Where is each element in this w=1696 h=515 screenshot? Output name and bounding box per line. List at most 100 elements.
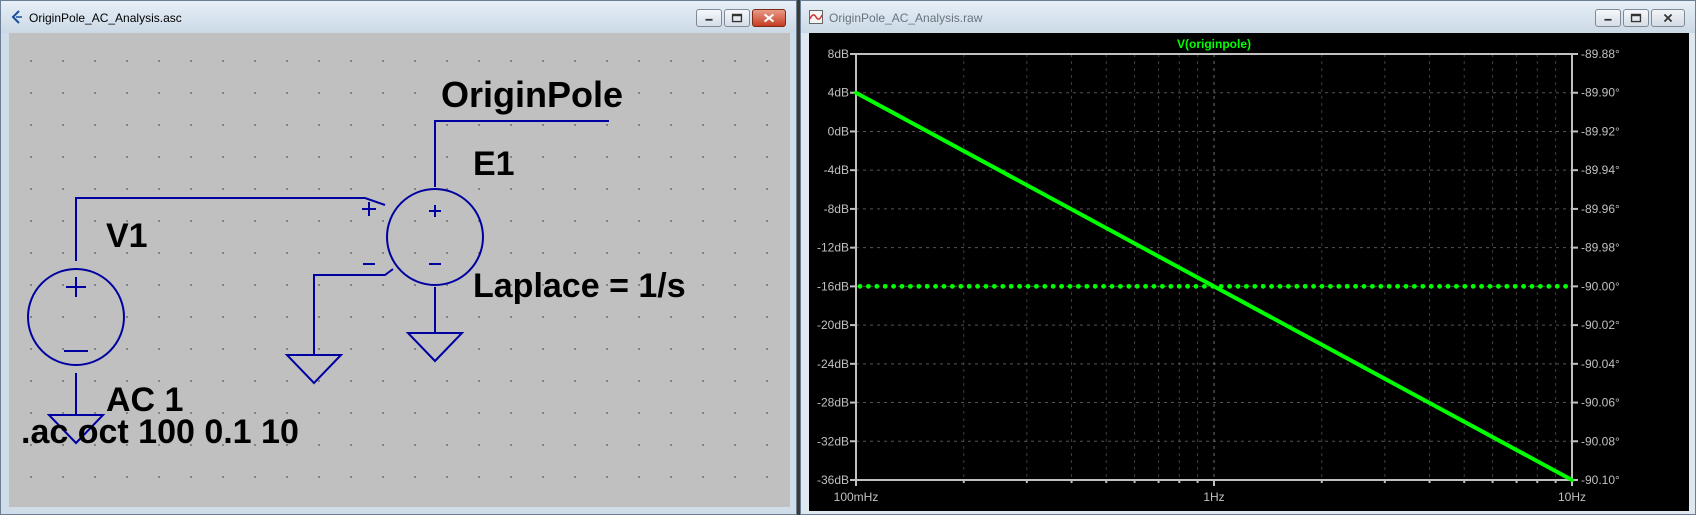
y-right-tick-label: -90.06°: [1581, 396, 1620, 410]
phase-trace-dot: [899, 283, 905, 289]
phase-trace-dot: [1437, 283, 1442, 289]
phase-trace-dot: [1260, 283, 1266, 289]
phase-trace-dot: [975, 283, 980, 289]
v1-plus-sign: [66, 277, 86, 297]
phase-trace-dot: [1244, 283, 1249, 289]
waveform-close-button[interactable]: [1651, 9, 1685, 27]
x-tick-label: 10Hz: [1558, 490, 1586, 504]
phase-trace-dot: [1143, 283, 1148, 289]
y-right-tick-label: -90.00°: [1581, 279, 1620, 293]
y-left-tick-label: -8dB: [824, 202, 849, 216]
phase-trace-dot: [1311, 283, 1316, 289]
maximize-icon: [1630, 13, 1642, 23]
e1-source-symbol: [386, 188, 484, 286]
schematic-canvas[interactable]: OriginPole E1 V1 Laplace = 1/s AC 1 .ac …: [9, 33, 790, 507]
phase-trace-dot: [1176, 283, 1182, 289]
phase-trace-dot: [1428, 283, 1434, 289]
y-right-tick-label: -89.98°: [1581, 241, 1620, 255]
phase-trace-dot: [1168, 283, 1174, 289]
y-right-tick-label: -89.94°: [1581, 163, 1620, 177]
phase-trace-dot: [950, 283, 955, 289]
waveform-window: OriginPole_AC_Analysis.raw 8dB -89.88° 4dB…: [800, 0, 1696, 515]
phase-trace-dot: [1504, 283, 1510, 289]
spice-directive[interactable]: .ac oct 100 0.1 10: [21, 415, 299, 449]
y-left-tick-label: -4dB: [824, 163, 849, 177]
schematic-window-title: OriginPole_AC_Analysis.asc: [29, 11, 182, 25]
y-left-tick-label: -16dB: [817, 279, 849, 293]
maximize-button[interactable]: [724, 9, 750, 27]
e1-plus-sign: [429, 205, 441, 217]
net-label-originpole[interactable]: OriginPole: [441, 77, 623, 113]
phase-trace-dot: [933, 283, 938, 289]
y-right-tick-label: -89.92°: [1581, 124, 1620, 138]
ltspice-schematic-icon: [11, 10, 22, 24]
phase-trace-dot: [1084, 283, 1090, 289]
phase-trace-dot: [1160, 283, 1165, 289]
phase-trace-dot: [1462, 283, 1468, 289]
phase-trace-dot: [857, 283, 863, 289]
y-right-tick-label: -90.04°: [1581, 357, 1620, 371]
phase-trace-dot: [1487, 283, 1493, 289]
phase-trace-dot: [1269, 283, 1274, 289]
waveform-window-title: OriginPole_AC_Analysis.raw: [829, 11, 983, 25]
phase-trace-dot: [1092, 283, 1098, 289]
phase-trace-dot: [1286, 283, 1291, 289]
phase-trace-dot: [1151, 283, 1157, 289]
phase-trace-dot: [1512, 283, 1518, 289]
y-left-tick-label: -28dB: [817, 396, 849, 410]
wire-output: [434, 120, 609, 187]
y-left-tick-label: -36dB: [817, 473, 849, 487]
phase-trace-dot: [983, 283, 989, 289]
phase-trace-dot: [1101, 283, 1106, 289]
y-left-tick-label: -12dB: [817, 241, 849, 255]
source-name-v1[interactable]: V1: [106, 219, 148, 253]
maximize-icon: [731, 13, 743, 23]
schematic-titlebar[interactable]: OriginPole_AC_Analysis.asc: [1, 1, 796, 33]
phase-trace-dot: [1126, 283, 1132, 289]
waveform-plot-pane[interactable]: 8dB -89.88° 4dB -89.90° 0dB -89.92° -4dB -89.94…: [809, 33, 1689, 511]
x-tick-label: 100mHz: [834, 490, 879, 504]
ac-analysis-plot[interactable]: 8dB -89.88° 4dB -89.90° 0dB -89.92° -4dB -89.94…: [809, 33, 1689, 511]
phase-trace-dot: [1059, 283, 1064, 289]
minimize-button[interactable]: [696, 9, 722, 27]
phase-trace-dot: [874, 283, 880, 289]
x-tick-label: 1Hz: [1203, 490, 1224, 504]
phase-trace-dot: [1134, 283, 1140, 289]
y-left-tick-label: -20dB: [817, 318, 849, 332]
phase-trace-dot: [1496, 283, 1501, 289]
source-value-ac[interactable]: AC 1: [106, 383, 183, 417]
component-value-laplace[interactable]: Laplace = 1/s: [473, 269, 686, 303]
close-icon: [1663, 13, 1673, 23]
waveform-maximize-button[interactable]: [1623, 9, 1649, 27]
close-button[interactable]: [752, 9, 786, 27]
phase-trace-dot: [1420, 283, 1426, 289]
waveform-viewer-icon: [809, 10, 823, 24]
component-name-e1[interactable]: E1: [473, 147, 515, 181]
phase-trace-dot: [1235, 283, 1241, 289]
phase-trace-dot: [941, 283, 947, 289]
phase-trace-dot: [1328, 283, 1333, 289]
phase-trace-dot: [1302, 283, 1308, 289]
phase-trace-dot: [1076, 283, 1081, 289]
phase-trace-dot: [1538, 283, 1543, 289]
phase-trace-dot: [1227, 283, 1232, 289]
phase-trace-dot: [1445, 283, 1451, 289]
y-left-tick-label: 0dB: [828, 124, 849, 138]
phase-trace-dot: [1454, 283, 1459, 289]
phase-trace-dot: [992, 283, 997, 289]
schematic-window: OriginPole_AC_Analysis.asc OriginPole E1…: [0, 0, 797, 515]
phase-trace-dot: [1386, 283, 1392, 289]
phase-trace-dot: [908, 283, 913, 289]
phase-trace-dot: [1025, 283, 1031, 289]
y-right-tick-label: -89.90°: [1581, 86, 1620, 100]
phase-trace-dot: [1378, 283, 1384, 289]
phase-trace-dot: [891, 283, 896, 289]
phase-trace-dot: [1344, 283, 1350, 289]
phase-trace-dot: [1546, 283, 1552, 289]
phase-trace-dot: [1202, 283, 1207, 289]
phase-trace-dot: [1042, 283, 1048, 289]
y-right-tick-label: -90.10°: [1581, 473, 1620, 487]
waveform-titlebar[interactable]: OriginPole_AC_Analysis.raw: [801, 1, 1695, 33]
waveform-minimize-button[interactable]: [1595, 9, 1621, 27]
phase-trace-dot: [1008, 283, 1014, 289]
